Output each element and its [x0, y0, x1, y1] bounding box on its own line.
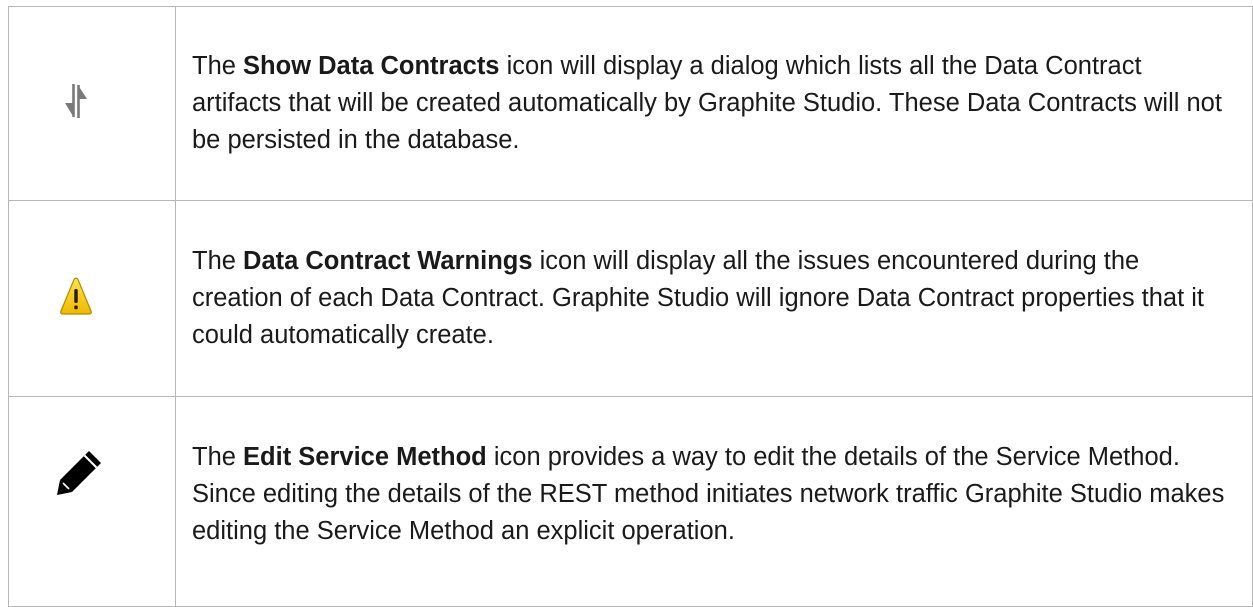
icon-cell	[8, 200, 176, 397]
show-data-contracts-icon	[65, 84, 87, 118]
description-cell: The Data Contract Warnings icon will dis…	[175, 200, 1253, 397]
description-prefix: The	[192, 52, 244, 80]
description-prefix: The	[192, 247, 244, 275]
description-text: The Show Data Contracts icon will displa…	[192, 48, 1234, 159]
warning-icon	[60, 277, 92, 315]
icon-cell	[8, 6, 176, 201]
icon-description-table: The Show Data Contracts icon will displa…	[8, 6, 1253, 607]
description-prefix: The	[192, 443, 244, 471]
icon-name: Show Data Contracts	[243, 52, 500, 80]
icon-cell	[8, 396, 176, 607]
description-text: The Edit Service Method icon provides a …	[192, 439, 1234, 550]
description-cell: The Show Data Contracts icon will displa…	[175, 6, 1253, 201]
pencil-icon	[57, 449, 103, 495]
table-row: The Show Data Contracts icon will displa…	[8, 6, 1253, 201]
description-cell: The Edit Service Method icon provides a …	[175, 396, 1253, 607]
icon-name: Data Contract Warnings	[243, 247, 533, 275]
icon-name: Edit Service Method	[243, 443, 487, 471]
table-row: The Data Contract Warnings icon will dis…	[8, 200, 1253, 397]
table-row: The Edit Service Method icon provides a …	[8, 396, 1253, 607]
description-text: The Data Contract Warnings icon will dis…	[192, 243, 1234, 354]
